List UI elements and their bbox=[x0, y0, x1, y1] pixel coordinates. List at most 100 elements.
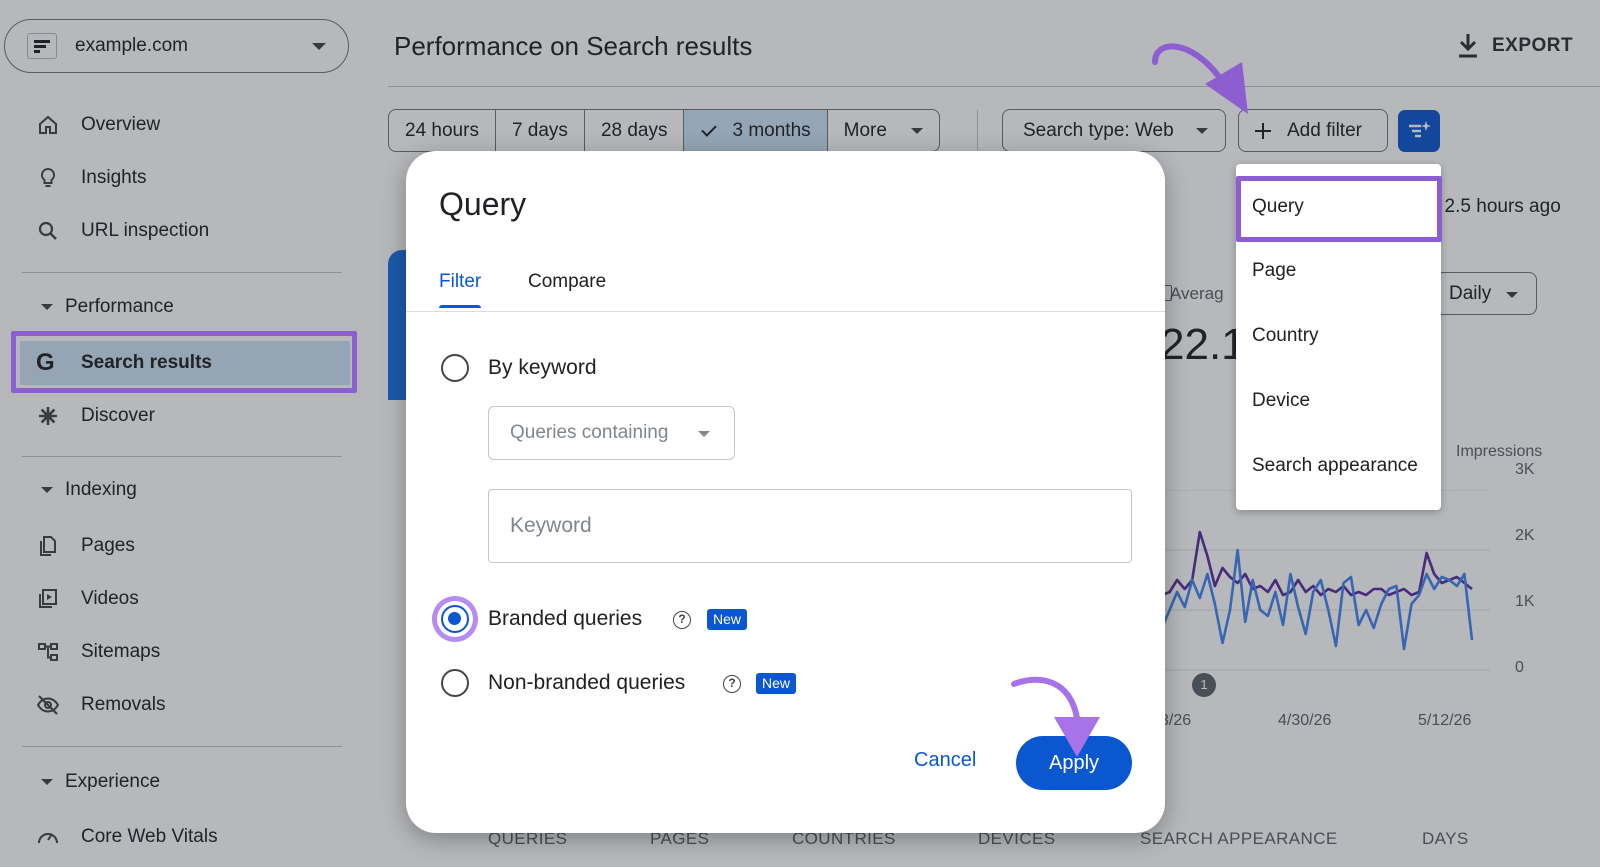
check-icon bbox=[701, 120, 718, 137]
sidebar-item-label: Removals bbox=[81, 694, 166, 715]
sidebar-item-label: Discover bbox=[81, 405, 155, 426]
add-filter-menu: Query Page Country Device Search appeara… bbox=[1236, 164, 1441, 510]
sidebar-section-performance[interactable]: Performance bbox=[20, 287, 350, 327]
sidebar-item-core-web-vitals[interactable]: Core Web Vitals bbox=[20, 815, 350, 859]
menu-item-device[interactable]: Device bbox=[1236, 370, 1441, 432]
sidebar-item-discover[interactable]: Discover bbox=[20, 394, 350, 438]
sidebar-item-videos[interactable]: Videos bbox=[20, 577, 350, 621]
date-chip-more[interactable]: More bbox=[828, 110, 939, 151]
ai-filter-button[interactable] bbox=[1398, 110, 1440, 152]
add-filter-label: Add filter bbox=[1287, 119, 1362, 141]
x-tick-label: 5/12/26 bbox=[1418, 712, 1472, 729]
tab-filter[interactable]: Filter bbox=[439, 271, 481, 293]
radio-label-non-branded-queries: Non-branded queries bbox=[488, 671, 686, 694]
plus-icon bbox=[1255, 122, 1271, 139]
sidebar-divider bbox=[22, 746, 342, 747]
sidebar-item-search-results[interactable]: G Search results bbox=[20, 341, 350, 385]
y-tick-label: 2K bbox=[1515, 527, 1535, 544]
radio-non-branded-queries[interactable] bbox=[441, 669, 469, 697]
caret-down-icon bbox=[1506, 292, 1518, 298]
granularity-select[interactable]: Daily bbox=[1432, 272, 1537, 315]
active-tab-indicator bbox=[439, 305, 481, 308]
apply-button[interactable]: Apply bbox=[1016, 736, 1132, 790]
asterisk-icon bbox=[39, 407, 57, 425]
sidebar-item-pages[interactable]: Pages bbox=[20, 524, 350, 568]
caret-down-icon bbox=[41, 487, 53, 493]
sidebar-item-removals[interactable]: Removals bbox=[20, 683, 350, 727]
y-tick-label: 3K bbox=[1515, 461, 1535, 478]
query-filter-dialog: Query Filter Compare By keyword Queries … bbox=[406, 151, 1165, 833]
right-axis-label: Impressions bbox=[1456, 443, 1543, 460]
download-icon bbox=[1459, 34, 1477, 58]
tab-compare[interactable]: Compare bbox=[528, 271, 606, 293]
radio-by-keyword[interactable] bbox=[441, 354, 469, 382]
search-icon bbox=[38, 221, 57, 240]
filter-sparkle-icon bbox=[1409, 121, 1431, 138]
sidebar-item-label: Sitemaps bbox=[81, 641, 161, 662]
tab-search-appearance[interactable]: SEARCH APPEARANCE bbox=[1140, 829, 1338, 849]
pages-icon bbox=[40, 536, 56, 556]
sidebar-item-label: Videos bbox=[81, 588, 139, 609]
home-icon bbox=[39, 115, 57, 134]
sidebar-divider bbox=[22, 456, 342, 457]
sidebar-item-overview[interactable]: Overview bbox=[20, 103, 350, 147]
date-chip-3-months[interactable]: 3 months bbox=[684, 110, 828, 151]
new-badge: New bbox=[707, 609, 748, 630]
caret-down-icon bbox=[41, 779, 53, 785]
eye-off-icon bbox=[36, 695, 60, 715]
radio-label-by-keyword: By keyword bbox=[488, 356, 597, 379]
performance-line-chart bbox=[1160, 490, 1490, 671]
date-chip-28-days[interactable]: 28 days bbox=[585, 110, 685, 151]
sidebar-item-url-inspection[interactable]: URL inspection bbox=[20, 209, 350, 253]
sidebar-section-label: Experience bbox=[65, 771, 161, 792]
tab-days[interactable]: DAYS bbox=[1422, 829, 1469, 849]
radio-branded-queries[interactable] bbox=[441, 605, 469, 633]
help-icon[interactable]: ? bbox=[673, 611, 691, 629]
add-filter-button[interactable]: Add filter bbox=[1238, 109, 1388, 152]
sidebar-divider bbox=[22, 272, 342, 273]
caret-down-icon bbox=[41, 304, 53, 310]
menu-item-page[interactable]: Page bbox=[1236, 240, 1441, 302]
x-tick-label: 4/30/26 bbox=[1278, 712, 1332, 729]
toolbar-divider bbox=[977, 110, 978, 150]
date-chip-7-days[interactable]: 7 days bbox=[496, 110, 585, 151]
date-chip-24-hours[interactable]: 24 hours bbox=[389, 110, 496, 151]
export-label: EXPORT bbox=[1492, 35, 1574, 56]
sidebar-section-label: Performance bbox=[65, 296, 174, 317]
last-update-text: : 2.5 hours ago bbox=[1434, 196, 1561, 217]
sitemap-icon bbox=[38, 643, 58, 661]
sidebar-item-insights[interactable]: Insights bbox=[20, 156, 350, 200]
date-range-chips: 24 hours 7 days 28 days 3 months More bbox=[388, 109, 940, 152]
sidebar-item-label: Overview bbox=[81, 114, 161, 135]
dialog-title: Query bbox=[439, 186, 527, 222]
page-title: Performance on Search results bbox=[394, 31, 753, 61]
condition-select[interactable]: Queries containing bbox=[488, 406, 735, 460]
keyword-input[interactable] bbox=[488, 489, 1132, 563]
search-type-button[interactable]: Search type: Web bbox=[1002, 109, 1226, 152]
video-icon bbox=[39, 589, 57, 608]
y-tick-label: 0 bbox=[1515, 659, 1524, 676]
property-name: example.com bbox=[75, 35, 188, 56]
lightbulb-icon bbox=[40, 167, 56, 187]
help-icon[interactable]: ? bbox=[723, 675, 741, 693]
sidebar-item-sitemaps[interactable]: Sitemaps bbox=[20, 630, 350, 674]
google-g-icon: G bbox=[36, 349, 55, 376]
radio-label-branded-queries: Branded queries bbox=[488, 607, 643, 630]
property-selector[interactable]: example.com bbox=[4, 19, 349, 73]
sidebar-item-label: Core Web Vitals bbox=[81, 826, 218, 847]
cancel-button[interactable]: Cancel bbox=[914, 749, 976, 772]
sidebar-section-label: Indexing bbox=[65, 479, 137, 500]
caret-down-icon bbox=[698, 431, 710, 437]
y-tick-label: 1K bbox=[1515, 593, 1535, 610]
new-badge: New bbox=[756, 673, 797, 694]
menu-item-search-appearance[interactable]: Search appearance bbox=[1236, 435, 1441, 497]
gauge-icon bbox=[38, 833, 58, 844]
sidebar-section-indexing[interactable]: Indexing bbox=[20, 470, 350, 510]
property-favicon-icon bbox=[27, 33, 57, 59]
menu-item-query[interactable]: Query bbox=[1236, 176, 1441, 238]
chevron-down-icon bbox=[312, 43, 326, 50]
sidebar-item-label: Pages bbox=[81, 535, 135, 556]
sidebar-section-experience[interactable]: Experience bbox=[20, 762, 350, 802]
condition-select-value: Queries containing bbox=[510, 422, 669, 443]
menu-item-country[interactable]: Country bbox=[1236, 305, 1441, 367]
